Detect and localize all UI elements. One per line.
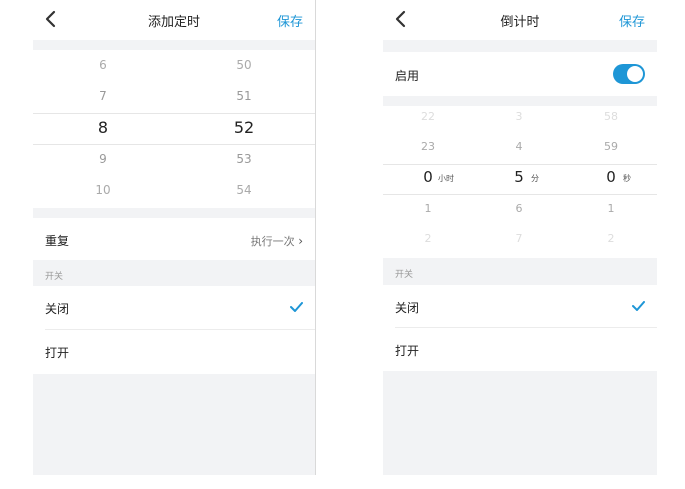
hour-selected[interactable]: 0 xyxy=(417,168,439,186)
minute-option[interactable]: 54 xyxy=(219,183,269,197)
second-unit: 秒 xyxy=(623,174,631,183)
header: 倒计时 保存 xyxy=(383,0,657,40)
second-option[interactable]: 59 xyxy=(586,140,636,153)
hour-option[interactable]: 2 xyxy=(403,232,453,245)
toggle-knob xyxy=(627,66,643,82)
selection-line-bottom xyxy=(383,194,657,195)
chevron-right-icon: › xyxy=(298,234,303,248)
minute-option[interactable]: 7 xyxy=(494,232,544,245)
second-option[interactable]: 1 xyxy=(586,202,636,215)
enable-toggle[interactable] xyxy=(613,64,645,84)
countdown-picker[interactable]: 22 23 0 小时 1 2 3 4 5 分 6 7 58 59 0 秒 1 2 xyxy=(383,106,657,258)
minute-option[interactable]: 4 xyxy=(494,140,544,153)
option-label: 打开 xyxy=(45,346,70,360)
page-title: 添加定时 xyxy=(147,15,200,30)
option-label: 关闭 xyxy=(395,301,420,315)
page-title: 倒计时 xyxy=(500,15,540,30)
hour-option[interactable]: 22 xyxy=(403,110,453,123)
hour-option[interactable]: 7 xyxy=(78,89,128,103)
repeat-label: 重复 xyxy=(45,234,70,248)
section-header: 开关 xyxy=(383,258,657,285)
spacer xyxy=(33,40,315,50)
add-timer-screen: 添加定时 保存 6 7 8 9 10 50 51 52 53 54 重复 执行一… xyxy=(33,0,315,489)
countdown-screen: 倒计时 保存 启用 22 23 0 小时 1 2 3 4 5 分 6 7 58 … xyxy=(383,0,657,489)
spacer xyxy=(383,40,657,52)
option-on[interactable]: 打开 xyxy=(383,328,657,371)
hour-option[interactable]: 23 xyxy=(403,140,453,153)
spacer xyxy=(383,96,657,106)
selection-line-top xyxy=(33,113,315,114)
hour-option[interactable]: 10 xyxy=(78,183,128,197)
repeat-row[interactable]: 重复 执行一次 › xyxy=(33,218,315,260)
save-button[interactable]: 保存 xyxy=(277,11,303,30)
empty-area xyxy=(383,371,657,475)
selection-line-bottom xyxy=(33,144,315,145)
enable-row: 启用 xyxy=(383,52,657,96)
section-header: 开关 xyxy=(33,260,315,286)
section-label: 开关 xyxy=(45,272,64,282)
second-option[interactable]: 2 xyxy=(586,232,636,245)
enable-label: 启用 xyxy=(395,69,420,83)
spacer xyxy=(33,208,315,218)
option-off[interactable]: 关闭 xyxy=(383,285,657,328)
minute-option[interactable]: 6 xyxy=(494,202,544,215)
minute-option[interactable]: 50 xyxy=(219,58,269,72)
second-option[interactable]: 58 xyxy=(586,110,636,123)
save-button[interactable]: 保存 xyxy=(619,11,645,30)
repeat-value-text: 执行一次 xyxy=(250,235,295,248)
hour-selected[interactable]: 8 xyxy=(78,118,128,137)
hour-option[interactable]: 6 xyxy=(78,58,128,72)
minute-selected[interactable]: 5 xyxy=(509,168,529,186)
section-label: 开关 xyxy=(395,270,414,280)
option-on[interactable]: 打开 xyxy=(33,330,315,374)
selection-line-top xyxy=(383,164,657,165)
minute-option[interactable]: 51 xyxy=(219,89,269,103)
repeat-value: 执行一次 › xyxy=(251,233,303,249)
minute-option[interactable]: 53 xyxy=(219,152,269,166)
minute-option[interactable]: 3 xyxy=(494,110,544,123)
minute-unit: 分 xyxy=(531,174,539,183)
hour-option[interactable]: 9 xyxy=(78,152,128,166)
hour-unit: 小时 xyxy=(438,174,454,183)
checkmark-icon xyxy=(290,302,303,312)
minute-selected[interactable]: 52 xyxy=(219,118,269,137)
empty-area xyxy=(33,374,315,475)
checkmark-icon xyxy=(632,301,645,311)
option-label: 关闭 xyxy=(45,302,70,316)
screen-divider xyxy=(315,0,316,475)
option-off[interactable]: 关闭 xyxy=(33,286,315,330)
option-label: 打开 xyxy=(395,344,420,358)
second-selected[interactable]: 0 xyxy=(601,168,621,186)
header: 添加定时 保存 xyxy=(33,0,315,40)
time-picker[interactable]: 6 7 8 9 10 50 51 52 53 54 xyxy=(33,50,315,208)
hour-option[interactable]: 1 xyxy=(403,202,453,215)
